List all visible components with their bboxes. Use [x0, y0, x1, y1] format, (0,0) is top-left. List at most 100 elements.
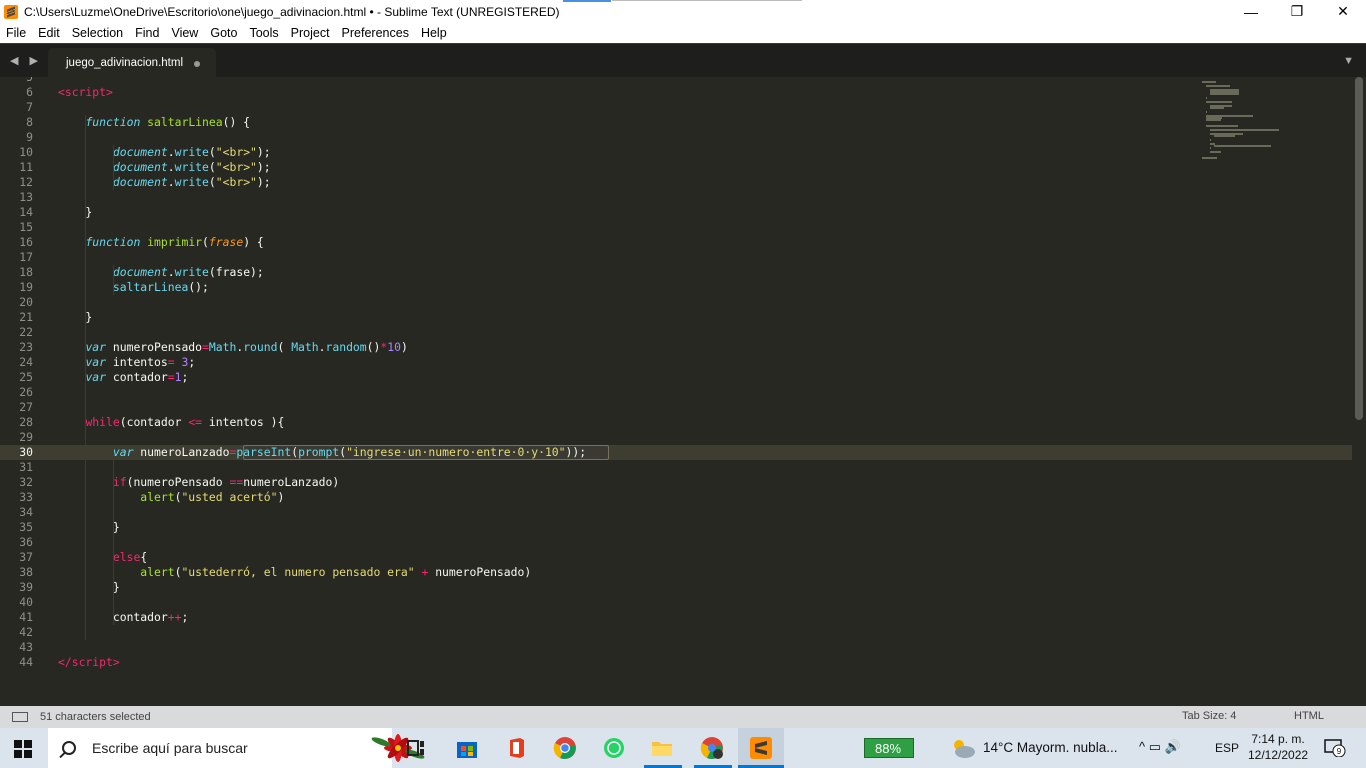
tab-nav-arrows-icon[interactable]: ◀ ▶: [10, 54, 42, 67]
tab-juego-adivinacion[interactable]: juego_adivinacion.html: [48, 48, 216, 78]
code-line[interactable]: 35 }: [0, 520, 1200, 535]
code-text: }: [58, 205, 93, 219]
code-line[interactable]: 7: [0, 100, 1200, 115]
panel-toggle-icon[interactable]: [12, 712, 28, 722]
code-line[interactable]: 20: [0, 295, 1200, 310]
code-line[interactable]: 38 alert("ustederró, el numero pensado e…: [0, 565, 1200, 580]
line-number: 27: [19, 400, 33, 414]
menu-goto[interactable]: Goto: [210, 26, 237, 40]
code-line[interactable]: 40: [0, 595, 1200, 610]
code-line[interactable]: 8 function saltarLinea() {: [0, 115, 1200, 130]
tab-size-status[interactable]: Tab Size: 4: [1182, 710, 1236, 722]
search-icon: [62, 741, 76, 755]
code-text: else{: [112, 550, 148, 564]
notifications-icon[interactable]: 9: [1324, 739, 1346, 757]
menu-file[interactable]: File: [6, 26, 26, 40]
code-text: }: [58, 520, 120, 534]
line-number: 44: [19, 655, 33, 669]
minimize-button[interactable]: —: [1228, 0, 1274, 23]
code-line[interactable]: 31: [0, 460, 1200, 475]
cloudy-weather-icon[interactable]: [950, 737, 976, 759]
menu-selection[interactable]: Selection: [72, 26, 123, 40]
code-line[interactable]: 11 document.write("<br>");: [0, 160, 1200, 175]
code-line[interactable]: 42: [0, 625, 1200, 640]
code-text: if(numeroPensado ==numeroLanzado): [112, 475, 340, 489]
code-line[interactable]: 18 document.write(frase);: [0, 265, 1200, 280]
code-line[interactable]: 32 if(numeroPensado ==numeroLanzado): [0, 475, 1200, 490]
battery-indicator[interactable]: 88%: [864, 738, 914, 758]
code-line[interactable]: 37 else{: [0, 550, 1200, 565]
line-number: 40: [19, 595, 33, 609]
system-tray-icons[interactable]: ^ ▭ 🔊: [1139, 739, 1181, 755]
code-line[interactable]: 19 saltarLinea();: [0, 280, 1200, 295]
maximize-button[interactable]: ❐: [1274, 0, 1320, 23]
code-text: var intentos= 3;: [85, 355, 196, 369]
taskbar-search[interactable]: Escribe aquí para buscar: [48, 728, 425, 768]
office-icon[interactable]: [504, 736, 528, 760]
scrollbar-thumb[interactable]: [1355, 77, 1363, 420]
code-line[interactable]: 16 function imprimir(frase) {: [0, 235, 1200, 250]
line-number: 38: [19, 565, 33, 579]
code-line[interactable]: 6 <script>: [0, 85, 1200, 100]
weather-text[interactable]: 14°C Mayorm. nubla...: [983, 740, 1117, 755]
code-line[interactable]: 9: [0, 130, 1200, 145]
line-number: 32: [19, 475, 33, 489]
code-text: saltarLinea();: [112, 280, 209, 294]
code-line[interactable]: 25 var contador=1;: [0, 370, 1200, 385]
sublime-text-icon: [4, 4, 18, 19]
code-line[interactable]: 23 var numeroPensado=Math.round( Math.ra…: [0, 340, 1200, 355]
code-line[interactable]: 12 document.write("<br>");: [0, 175, 1200, 190]
code-line[interactable]: 43: [0, 640, 1200, 655]
menu-project[interactable]: Project: [291, 26, 330, 40]
sublime-taskbar-button[interactable]: [738, 728, 784, 768]
code-line[interactable]: 44 </script>: [0, 655, 1200, 670]
minimap[interactable]: [1198, 77, 1308, 177]
close-button[interactable]: ✕: [1320, 0, 1366, 23]
clock[interactable]: 7:14 p. m. 12/12/2022: [1248, 731, 1308, 763]
menu-help[interactable]: Help: [421, 26, 447, 40]
code-line[interactable]: 39 }: [0, 580, 1200, 595]
file-explorer-icon[interactable]: [650, 736, 674, 760]
code-line[interactable]: 5: [0, 77, 1200, 85]
code-line[interactable]: 28 while(contador <= intentos ){: [0, 415, 1200, 430]
code-line[interactable]: 22: [0, 325, 1200, 340]
menu-view[interactable]: View: [171, 26, 198, 40]
syntax-status[interactable]: HTML: [1294, 710, 1324, 722]
menu-tools[interactable]: Tools: [249, 26, 278, 40]
code-text: <script>: [58, 85, 113, 99]
code-line[interactable]: 13: [0, 190, 1200, 205]
line-number: 28: [19, 415, 33, 429]
whatsapp-icon[interactable]: [602, 736, 626, 760]
code-line[interactable]: 41 contador++;: [0, 610, 1200, 625]
code-editor[interactable]: 5 6 <script> 7 8 function saltarLinea() {9 10…: [0, 77, 1352, 706]
search-input[interactable]: Escribe aquí para buscar: [92, 740, 248, 756]
code-line[interactable]: 14 }: [0, 205, 1200, 220]
store-icon[interactable]: [455, 736, 479, 760]
code-line[interactable]: 33 alert("usted acertó"): [0, 490, 1200, 505]
code-line[interactable]: 29: [0, 430, 1200, 445]
code-line[interactable]: 26: [0, 385, 1200, 400]
menu-preferences[interactable]: Preferences: [342, 26, 409, 40]
language-indicator[interactable]: ESP: [1215, 741, 1239, 755]
chrome-icon[interactable]: [553, 736, 577, 760]
code-line[interactable]: 10 document.write("<br>");: [0, 145, 1200, 160]
code-line[interactable]: 21 }: [0, 310, 1200, 325]
code-line[interactable]: 34: [0, 505, 1200, 520]
minimap-line: [1210, 151, 1221, 153]
code-line[interactable]: 36: [0, 535, 1200, 550]
task-view-icon[interactable]: [404, 736, 428, 760]
code-line[interactable]: 24 var intentos= 3;: [0, 355, 1200, 370]
chevron-down-icon[interactable]: ▼: [1343, 55, 1354, 67]
menu-edit[interactable]: Edit: [38, 26, 60, 40]
code-line[interactable]: 17: [0, 250, 1200, 265]
windows-start-icon[interactable]: [14, 740, 32, 758]
unsaved-dot-icon[interactable]: [194, 61, 200, 67]
code-line[interactable]: 27: [0, 400, 1200, 415]
vertical-scrollbar[interactable]: [1352, 77, 1366, 706]
sublime-text-icon: [750, 737, 772, 759]
chrome-profile-icon[interactable]: [700, 736, 724, 760]
code-line[interactable]: 30 var numeroLanzado=parseInt(prompt("in…: [0, 445, 1200, 460]
code-line[interactable]: 15: [0, 220, 1200, 235]
menu-find[interactable]: Find: [135, 26, 159, 40]
line-number: 26: [19, 385, 33, 399]
